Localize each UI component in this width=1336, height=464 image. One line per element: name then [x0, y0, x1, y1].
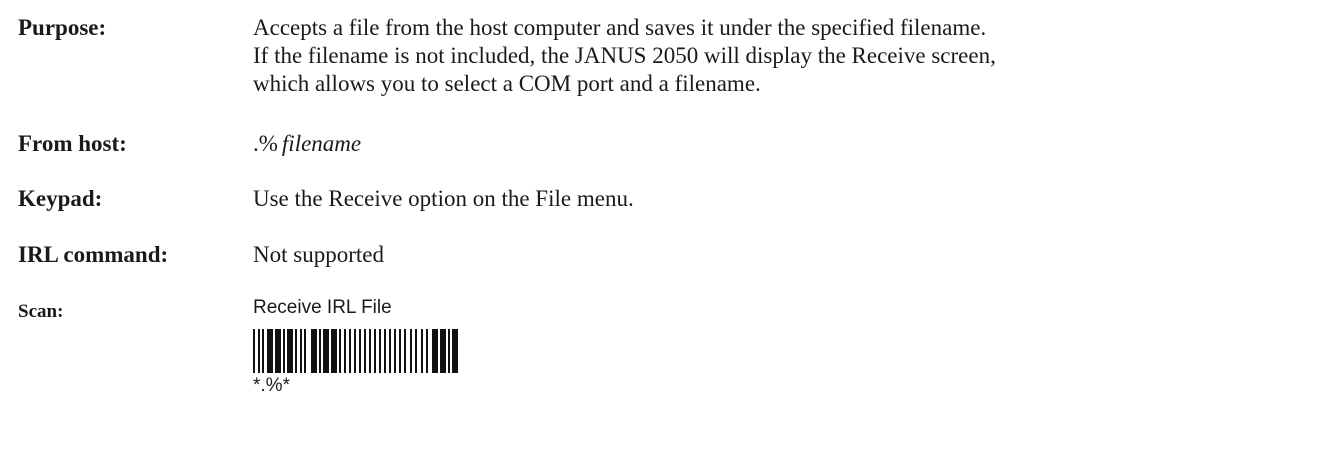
purpose-line-1: Accepts a file from the host computer an… — [253, 15, 987, 40]
keypad-label: Keypad: — [18, 186, 103, 211]
barcode-image — [253, 329, 458, 373]
purpose-label: Purpose: — [18, 15, 107, 40]
from-host-prefix: .% — [253, 131, 278, 156]
barcode-title: Receive IRL File — [253, 297, 392, 318]
barcode-text: *.%* — [253, 375, 290, 396]
from-host-value: .% filename — [253, 130, 361, 158]
from-host-label: From host: — [18, 131, 127, 156]
purpose-description: Accepts a file from the host computer an… — [253, 14, 996, 98]
scan-label: Scan: — [18, 301, 64, 322]
from-host-argument: filename — [281, 131, 362, 156]
purpose-line-3: which allows you to select a COM port an… — [253, 71, 761, 96]
irl-command-label: IRL command: — [18, 242, 169, 267]
irl-command-text: Not supported — [253, 242, 384, 267]
purpose-line-2: If the filename is not included, the JAN… — [253, 43, 996, 68]
keypad-text: Use the Receive option on the File menu. — [253, 186, 634, 211]
